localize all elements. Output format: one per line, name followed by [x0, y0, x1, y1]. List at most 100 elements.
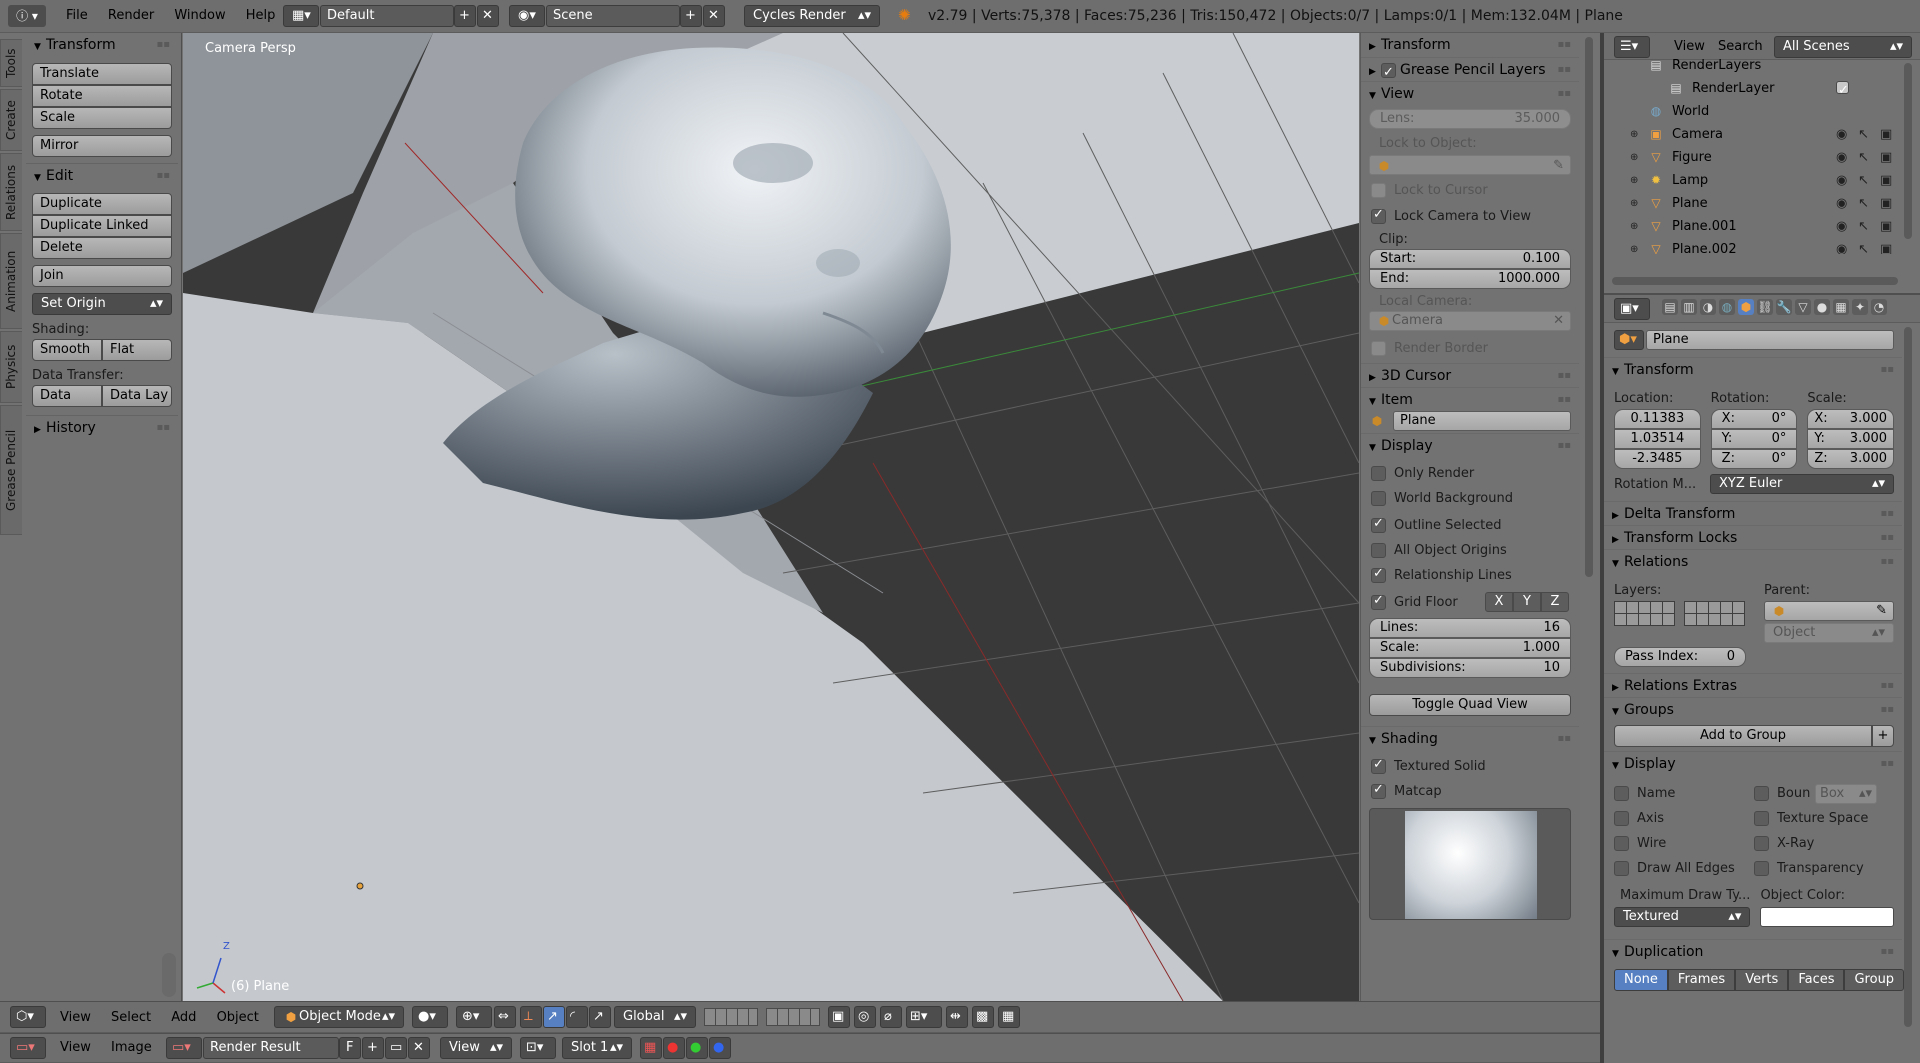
scene-close-button[interactable]: ✕ [703, 5, 725, 27]
shading-mode-select[interactable]: ●▾ [412, 1006, 448, 1028]
constraints-tab-icon[interactable]: ⛓ [1757, 299, 1773, 315]
outliner-row[interactable]: ⊕ ▽ Plane.002 ◉ ↖ ▣ [1604, 238, 1920, 254]
outliner-menu-view[interactable]: View [1674, 39, 1705, 54]
obj-transform-header[interactable]: ▼ Transform ▪▪ [1604, 357, 1902, 381]
scale-manipulator-icon[interactable]: ◜ [566, 1006, 588, 1028]
image-name-field[interactable]: Render Result [203, 1037, 339, 1059]
image-menu-image[interactable]: Image [103, 1040, 160, 1055]
grip-icon[interactable]: ▪▪ [1557, 82, 1571, 106]
render-border-checkbox[interactable] [1371, 340, 1386, 356]
image-editor-icon[interactable]: ▭▾ [10, 1037, 46, 1059]
outliner-v-scrollbar[interactable] [1904, 63, 1912, 239]
snap-align-icon[interactable]: ⇹ [946, 1006, 968, 1028]
outliner-row[interactable]: ⊕ ▽ Plane.001 ◉ ↖ ▣ [1604, 215, 1920, 238]
texture-space-checkbox[interactable] [1754, 811, 1769, 826]
n-transform-header[interactable]: ▶ Transform ▪▪ [1361, 33, 1579, 57]
rotation-y-field[interactable]: Y: 0° [1710, 429, 1798, 449]
snap-icon[interactable]: ⌀ [880, 1006, 902, 1028]
visibility-eye-icon[interactable]: ◉ [1836, 215, 1847, 238]
render-camera-icon[interactable]: ▣ [1880, 123, 1892, 146]
grid-lines-field[interactable]: Lines: 16 [1369, 618, 1571, 638]
location-y-field[interactable]: 1.03514 [1614, 429, 1701, 449]
view3d-menu-select[interactable]: Select [103, 1010, 159, 1025]
dup-tab-group[interactable]: Group [1844, 969, 1905, 991]
scale-z-field[interactable]: Z: 3.000 [1807, 449, 1895, 469]
scale-button[interactable]: Scale [32, 107, 172, 129]
properties-scrollbar[interactable] [1904, 327, 1912, 1027]
matcap-row[interactable]: Matcap [1371, 779, 1569, 804]
data-layout-button[interactable]: Data Lay [102, 385, 172, 407]
info-editor-icon[interactable]: ⓘ ▾ [8, 5, 46, 27]
draw-all-edges-row[interactable]: Draw All Edges [1614, 856, 1754, 881]
all-origins-row[interactable]: All Object Origins [1371, 538, 1569, 563]
all-origins-checkbox[interactable] [1371, 543, 1386, 558]
outliner-row[interactable]: ▤ RenderLayers [1604, 54, 1920, 77]
visibility-eye-icon[interactable]: ◉ [1836, 238, 1847, 254]
tool-shelf-scrollbar[interactable] [162, 953, 176, 997]
render-layers-tab-icon[interactable]: ▥ [1681, 299, 1697, 315]
world-background-checkbox[interactable] [1371, 491, 1386, 506]
view3d-menu-object[interactable]: Object [209, 1010, 267, 1025]
parent-type-select[interactable]: Object ▴▾ [1764, 623, 1894, 643]
scene-add-button[interactable]: + [680, 5, 702, 27]
grid-axis-y[interactable]: Y [1513, 592, 1541, 612]
transparency-checkbox[interactable] [1754, 861, 1769, 876]
n-view-header[interactable]: ▼ View ▪▪ [1361, 81, 1579, 105]
edit-panel-header[interactable]: ▼ Edit ▪▪ [26, 163, 178, 187]
select-arrow-icon[interactable]: ↖ [1858, 146, 1869, 169]
blue-channel-icon[interactable]: ● [709, 1037, 731, 1059]
outliner-row[interactable]: ⊕ ▽ Plane ◉ ↖ ▣ [1604, 192, 1920, 215]
grip-icon[interactable]: ▪▪ [1880, 526, 1894, 550]
relationship-lines-checkbox[interactable] [1371, 566, 1386, 583]
outliner-row[interactable]: ⊕ ✹ Lamp ◉ ↖ ▣ [1604, 169, 1920, 192]
image-unlink-button[interactable]: ✕ [408, 1037, 430, 1059]
max-draw-type-select[interactable]: Textured ▴▾ [1614, 907, 1751, 927]
expand-icon[interactable]: ⊕ [1630, 169, 1638, 192]
grip-icon[interactable]: ▪▪ [1880, 752, 1894, 776]
grease-pencil-checkbox[interactable] [1381, 61, 1396, 85]
image-view-select[interactable]: View ▴▾ [440, 1037, 512, 1059]
delta-transform-header[interactable]: ▶ Delta Transform ▪▪ [1604, 501, 1902, 525]
relations-header[interactable]: ▼ Relations ▪▪ [1604, 549, 1902, 573]
grip-icon[interactable]: ▪▪ [1880, 550, 1894, 574]
data-button[interactable]: Data [32, 385, 102, 407]
grip-icon[interactable]: ▪▪ [1880, 674, 1894, 698]
select-arrow-icon[interactable]: ↖ [1858, 123, 1869, 146]
texture-tab-icon[interactable]: ▦ [1833, 299, 1849, 315]
green-channel-icon[interactable]: ● [686, 1037, 708, 1059]
world-background-row[interactable]: World Background [1371, 486, 1569, 511]
join-button[interactable]: Join [32, 265, 172, 287]
matcap-preview[interactable] [1369, 808, 1571, 920]
menu-file[interactable]: File [58, 8, 96, 23]
select-arrow-icon[interactable]: ↖ [1858, 238, 1869, 254]
transform-locks-header[interactable]: ▶ Transform Locks ▪▪ [1604, 525, 1902, 549]
toggle-quad-view-button[interactable]: Toggle Quad View [1369, 694, 1571, 716]
opengl-render-icon[interactable]: ▩ [972, 1006, 994, 1028]
scale-x-field[interactable]: X: 3.000 [1807, 409, 1895, 429]
tab-create[interactable]: Create [0, 89, 22, 151]
red-channel-icon[interactable]: ● [663, 1037, 685, 1059]
rotation-z-field[interactable]: Z: 0° [1710, 449, 1798, 469]
tab-relations[interactable]: Relations [0, 153, 22, 231]
pass-index-field[interactable]: Pass Index: 0 [1614, 647, 1746, 667]
particles-tab-icon[interactable]: ✦ [1852, 299, 1868, 315]
n-3d-cursor-header[interactable]: ▶ 3D Cursor ▪▪ [1361, 363, 1579, 387]
outline-selected-row[interactable]: Outline Selected [1371, 513, 1569, 538]
render-camera-icon[interactable]: ▣ [1880, 192, 1892, 215]
manipulator-toggle[interactable]: ⇔ [494, 1006, 516, 1028]
render-camera-icon[interactable]: ▣ [1880, 238, 1892, 254]
outliner-h-scrollbar[interactable] [1612, 277, 1898, 285]
draw-all-edges-checkbox[interactable] [1614, 861, 1629, 876]
scene-icon[interactable]: ◉▾ [509, 5, 545, 27]
lock-camera-checkbox[interactable] [1371, 207, 1386, 224]
grip-icon[interactable]: ▪▪ [1880, 502, 1894, 526]
visibility-eye-icon[interactable]: ◉ [1836, 123, 1847, 146]
render-engine-select[interactable]: Cycles Render ▴▾ [744, 5, 880, 27]
layer-buttons[interactable] [704, 1008, 820, 1026]
view3d-editor-icon[interactable]: ⬡▾ [10, 1006, 46, 1028]
properties-region-scrollbar[interactable] [1585, 37, 1593, 577]
scene-selector[interactable]: Scene [546, 5, 680, 27]
bounds-type-select[interactable]: Box ▴▾ [1815, 783, 1877, 804]
world-tab-icon[interactable]: ◍ [1719, 299, 1735, 315]
object-color-swatch[interactable] [1760, 907, 1894, 927]
